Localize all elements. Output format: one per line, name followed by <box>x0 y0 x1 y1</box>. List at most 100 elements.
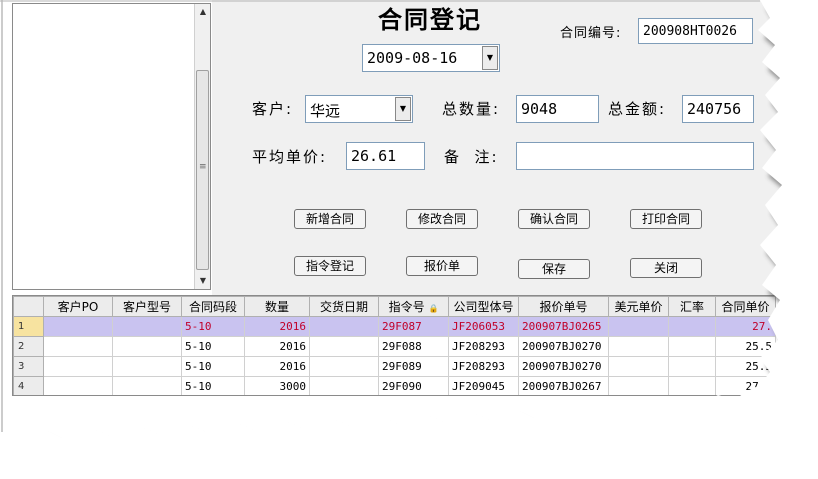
customer-value: 华远 <box>310 102 341 120</box>
edit-contract-button[interactable]: 修改合同 <box>406 209 478 229</box>
row-number: 2 <box>13 336 44 357</box>
cell-date[interactable] <box>309 316 379 337</box>
cell-code[interactable]: 5-10 <box>181 356 245 377</box>
cell-style[interactable]: JF209045 <box>448 376 519 395</box>
cell-usd[interactable] <box>608 316 669 337</box>
cell-qty[interactable]: 2016 <box>244 336 310 357</box>
column-header[interactable]: 指令号 🔒 <box>378 296 449 317</box>
cell-po[interactable] <box>43 316 113 337</box>
column-header[interactable]: 合同单价 <box>715 296 776 317</box>
cell-quote[interactable]: 200907BJ0265 <box>518 316 609 337</box>
column-header[interactable]: 客户型号 <box>112 296 182 317</box>
order-register-button[interactable]: 指令登记 <box>294 256 366 276</box>
cell-price[interactable]: 27.5 <box>715 376 776 395</box>
cell-order[interactable]: 29F089 <box>378 356 449 377</box>
table-row[interactable]: 4 5-10 3000 29F090 JF209045 200907BJ0267… <box>13 376 776 395</box>
cell-usd[interactable] <box>608 336 669 357</box>
lock-icon: 🔒 <box>428 304 439 313</box>
cell-rate[interactable] <box>668 376 716 395</box>
cell-qty[interactable]: 2016 <box>244 356 310 377</box>
column-header[interactable]: 客户PO <box>43 296 113 317</box>
contract-no-field[interactable]: 200908HT0026 <box>638 18 753 44</box>
grip-icon: ≡ <box>199 162 207 172</box>
cell-date[interactable] <box>309 376 379 395</box>
cell-usd[interactable] <box>608 356 669 377</box>
close-button[interactable]: 关闭 <box>630 258 702 278</box>
row-number: 4 <box>13 376 44 395</box>
cell-usd[interactable] <box>608 376 669 395</box>
cell-style[interactable]: JF206053 <box>448 316 519 337</box>
total-amount-label: 总金额: <box>608 100 667 118</box>
customer-select[interactable]: 华远 ▼ <box>305 95 413 123</box>
cell-model[interactable] <box>112 376 182 395</box>
remark-field[interactable] <box>516 142 754 170</box>
row-number: 3 <box>13 356 44 377</box>
dropdown-arrow-icon[interactable]: ▼ <box>395 97 411 121</box>
contract-items-grid[interactable]: 客户PO 客户型号 合同码段 数量 交货日期 指令号 🔒 公司型体号 报价单号 … <box>12 295 798 396</box>
vertical-scrollbar[interactable]: ▲ ≡ ▼ <box>194 4 210 289</box>
dropdown-arrow-icon[interactable]: ▼ <box>482 46 498 70</box>
cell-quote[interactable]: 200907BJ0270 <box>518 336 609 357</box>
cell-rate[interactable] <box>668 336 716 357</box>
total-qty-field[interactable]: 9048 <box>516 95 599 123</box>
cell-code[interactable]: 5-10 <box>181 316 245 337</box>
cell-price[interactable]: 27. <box>715 316 776 337</box>
page-title: 合同登记 <box>378 5 482 34</box>
column-header[interactable]: 报价单号 <box>518 296 609 317</box>
cell-po[interactable] <box>43 336 113 357</box>
customer-label: 客户: <box>252 100 294 118</box>
scrollbar-thumb[interactable]: ≡ <box>196 70 209 270</box>
cell-po[interactable] <box>43 356 113 377</box>
grid-header-row: 客户PO 客户型号 合同码段 数量 交货日期 指令号 🔒 公司型体号 报价单号 … <box>13 296 776 317</box>
total-amount-field[interactable]: 240756 <box>682 95 754 123</box>
cell-style[interactable]: JF208293 <box>448 356 519 377</box>
cell-price[interactable]: 25.5 <box>715 356 776 377</box>
date-value: 2009-08-16 <box>367 49 458 67</box>
date-picker[interactable]: 2009-08-16 ▼ <box>362 44 500 72</box>
column-header[interactable]: 交货日期 <box>309 296 379 317</box>
column-header[interactable]: 美元单价 <box>608 296 669 317</box>
cell-quote[interactable]: 200907BJ0270 <box>518 356 609 377</box>
cell-date[interactable] <box>309 356 379 377</box>
column-header[interactable]: 公司型体号 <box>448 296 519 317</box>
select-all-corner[interactable] <box>13 296 44 317</box>
cell-date[interactable] <box>309 336 379 357</box>
cell-order[interactable]: 29F088 <box>378 336 449 357</box>
table-row[interactable]: 3 5-10 2016 29F089 JF208293 200907BJ0270… <box>13 356 776 377</box>
cell-code[interactable]: 5-10 <box>181 376 245 395</box>
column-header[interactable]: 汇率 <box>668 296 716 317</box>
contract-no-label: 合同编号: <box>560 26 622 41</box>
cell-rate[interactable] <box>668 316 716 337</box>
cell-po[interactable] <box>43 376 113 395</box>
cell-order[interactable]: 29F087 <box>378 316 449 337</box>
left-list-panel[interactable]: ▲ ≡ ▼ <box>12 3 211 290</box>
cell-order[interactable]: 29F090 <box>378 376 449 395</box>
cell-model[interactable] <box>112 316 182 337</box>
table-row[interactable]: 1 5-10 2016 29F087 JF206053 200907BJ0265… <box>13 316 776 337</box>
save-button[interactable]: 保存 <box>518 259 590 279</box>
print-contract-button[interactable]: 打印合同 <box>630 209 702 229</box>
cell-quote[interactable]: 200907BJ0267 <box>518 376 609 395</box>
table-row[interactable]: 2 5-10 2016 29F088 JF208293 200907BJ0270… <box>13 336 776 357</box>
total-qty-label: 总数量: <box>442 100 501 118</box>
new-contract-button[interactable]: 新增合同 <box>294 209 366 229</box>
cell-price[interactable]: 25.5 <box>715 336 776 357</box>
column-header[interactable]: 合同码段 <box>181 296 245 317</box>
confirm-contract-button[interactable]: 确认合同 <box>518 209 590 229</box>
scroll-up-icon[interactable]: ▲ <box>195 4 211 20</box>
quote-sheet-button[interactable]: 报价单 <box>406 256 478 276</box>
avg-price-label: 平均单价: <box>252 148 328 166</box>
column-header-label: 指令号 <box>388 300 425 314</box>
cell-rate[interactable] <box>668 356 716 377</box>
column-header[interactable]: 数量 <box>244 296 310 317</box>
cell-model[interactable] <box>112 336 182 357</box>
scroll-down-icon[interactable]: ▼ <box>195 273 211 289</box>
cell-style[interactable]: JF208293 <box>448 336 519 357</box>
row-number: 1 <box>13 316 44 337</box>
window-frame: ▲ ≡ ▼ 合同登记 合同编号: 200908HT0026 2009-08-16… <box>0 0 818 479</box>
cell-qty[interactable]: 2016 <box>244 316 310 337</box>
cell-code[interactable]: 5-10 <box>181 336 245 357</box>
cell-model[interactable] <box>112 356 182 377</box>
cell-qty[interactable]: 3000 <box>244 376 310 395</box>
avg-price-field[interactable]: 26.61 <box>346 142 425 170</box>
